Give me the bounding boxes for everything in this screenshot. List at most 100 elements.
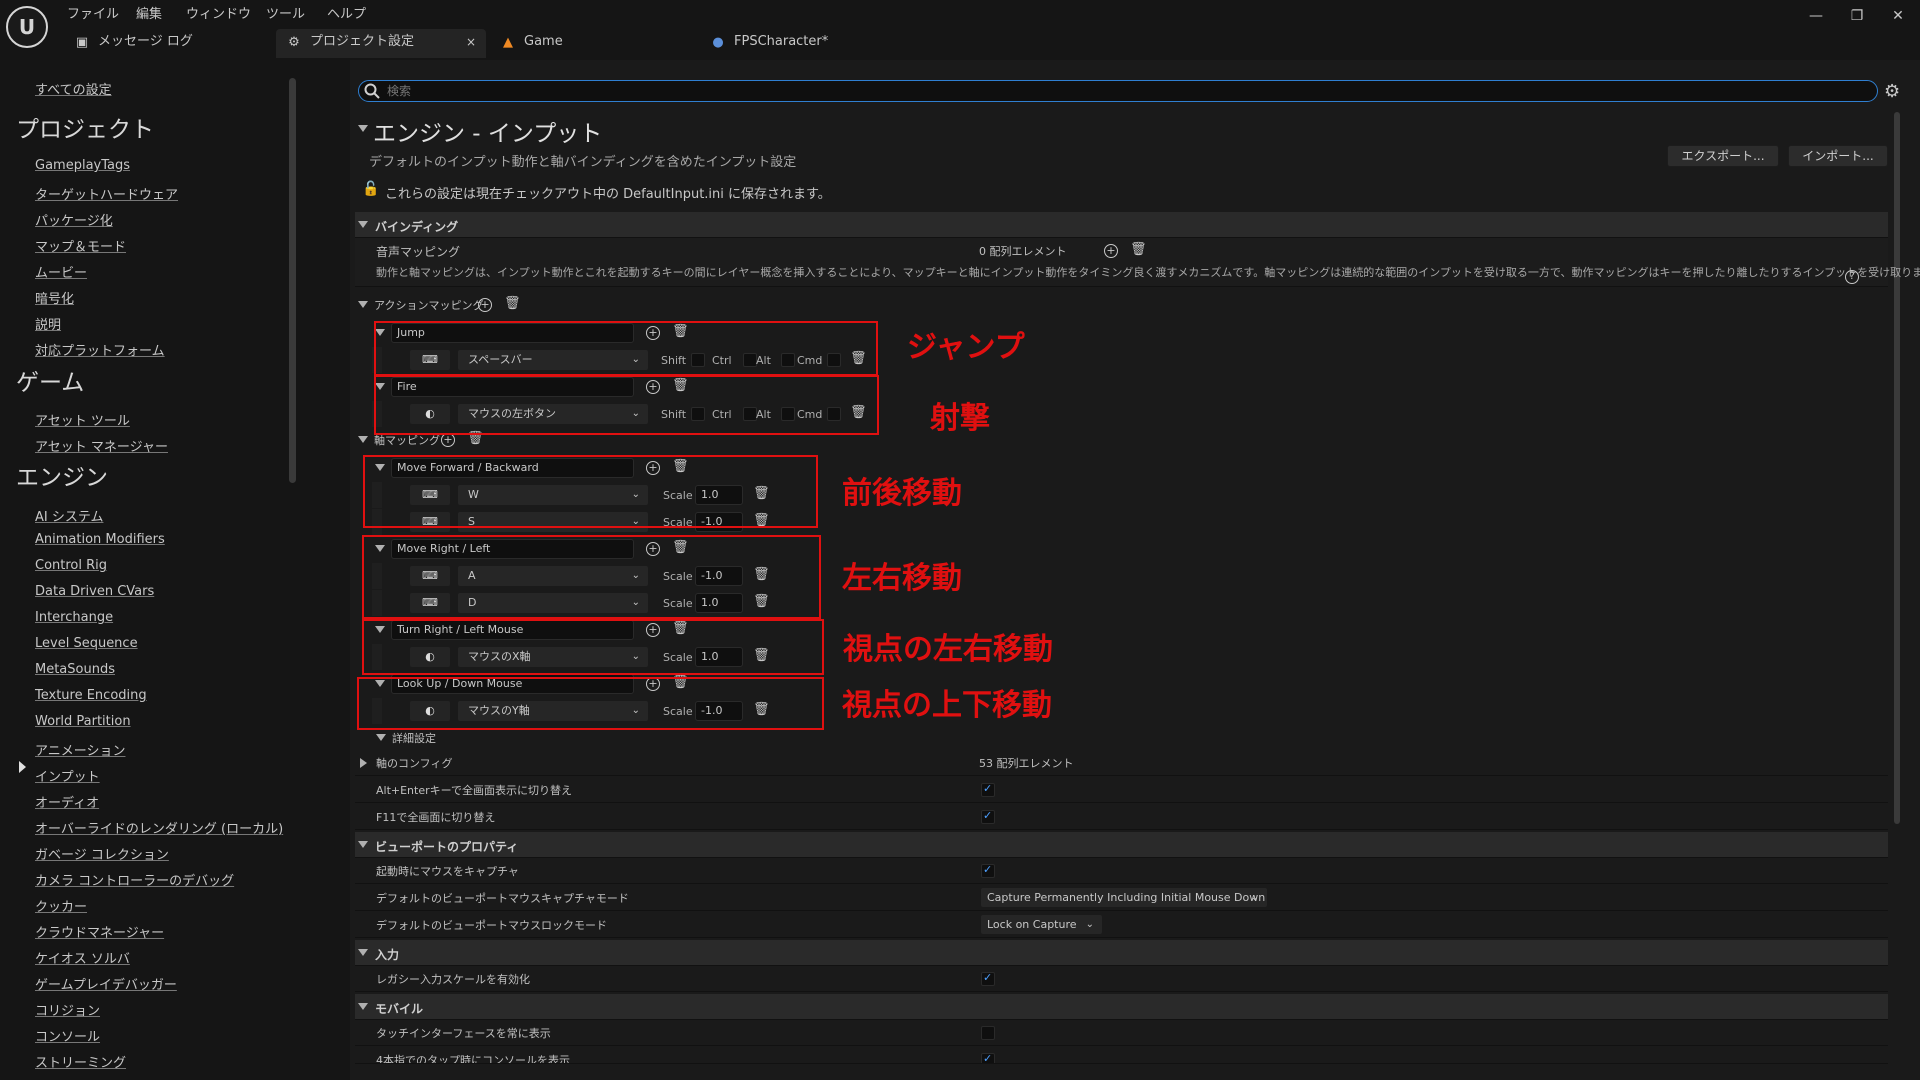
- sidebar-item[interactable]: パッケージ化: [35, 210, 113, 229]
- four-finger-console-label: 4本指でのタップ時にコンソールを表示: [376, 1054, 570, 1064]
- sidebar-item[interactable]: 説明: [35, 314, 61, 333]
- legacy-input-checkbox[interactable]: [981, 971, 995, 986]
- sidebar-item[interactable]: アセット ツール: [35, 410, 130, 429]
- selected-caret-icon: [19, 761, 26, 773]
- details-scrollbar[interactable]: [1894, 112, 1900, 824]
- capture-mode-dropdown[interactable]: Capture Permanently Including Initial Mo…: [980, 887, 1268, 908]
- sidebar-all-settings[interactable]: すべての設定: [35, 79, 112, 98]
- annotation-look: 視点の上下移動: [842, 688, 1052, 723]
- menu-window[interactable]: ウィンドウ: [186, 3, 251, 22]
- sidebar-item[interactable]: Level Sequence: [35, 636, 138, 651]
- sidebar-item[interactable]: Animation Modifiers: [35, 532, 165, 547]
- project-settings-icon: ⚙: [288, 35, 300, 50]
- import-button[interactable]: インポート...: [1788, 145, 1888, 167]
- axis-config-label: 軸のコンフィグ: [376, 757, 453, 770]
- close-tab-icon[interactable]: ×: [466, 29, 476, 55]
- sidebar-item[interactable]: MetaSounds: [35, 662, 115, 677]
- game-level-icon: ▲: [503, 35, 513, 50]
- trash-icon[interactable]: 🗑: [504, 296, 521, 311]
- sidebar-item[interactable]: コリジョン: [35, 1000, 100, 1019]
- capture-on-start-checkbox[interactable]: [981, 863, 995, 878]
- sidebar-item[interactable]: ゲームプレイデバッガー: [35, 974, 177, 993]
- sidebar-item[interactable]: 暗号化: [35, 288, 74, 307]
- add-element-icon[interactable]: +: [1104, 244, 1118, 258]
- capture-on-start-label: 起動時にマウスをキャプチャ: [376, 865, 519, 878]
- sidebar-item[interactable]: GameplayTags: [35, 158, 130, 173]
- export-button[interactable]: エクスポート...: [1667, 145, 1779, 167]
- character-blueprint-icon: ●: [712, 35, 724, 50]
- category-input[interactable]: 入力: [355, 940, 1888, 966]
- menu-edit[interactable]: 編集: [136, 3, 162, 22]
- search-input[interactable]: [387, 83, 1867, 99]
- sidebar-item[interactable]: Texture Encoding: [35, 688, 147, 703]
- tab-project-settings[interactable]: ⚙ プロジェクト設定 ×: [276, 29, 486, 58]
- minimize-icon[interactable]: —: [1806, 8, 1826, 24]
- unreal-logo-icon[interactable]: U: [6, 6, 48, 48]
- sidebar-item[interactable]: 対応プラットフォーム: [35, 340, 165, 359]
- tab-game[interactable]: ▲ Game: [490, 29, 680, 58]
- menu-file[interactable]: ファイル: [67, 3, 119, 22]
- sidebar-item[interactable]: オーディオ: [35, 792, 99, 811]
- sidebar-item[interactable]: Data Driven CVars: [35, 584, 154, 599]
- collapse-caret-icon: [358, 1003, 368, 1010]
- sidebar-item[interactable]: ターゲットハードウェア: [35, 184, 178, 203]
- message-log-icon: ▣: [75, 35, 89, 50]
- sidebar-item[interactable]: インプット: [35, 766, 100, 785]
- sidebar-item[interactable]: クラウドマネージャー: [35, 922, 164, 941]
- menu-tools[interactable]: ツール: [266, 3, 305, 22]
- sidebar-scrollbar[interactable]: [289, 78, 296, 483]
- alt-enter-checkbox[interactable]: [981, 782, 995, 797]
- speech-mappings-row: 音声マッピング 0 配列エレメント + 🗑 動作と軸マッピングは、インプット動作…: [355, 238, 1920, 287]
- collapse-caret-icon[interactable]: [358, 301, 368, 308]
- gear-icon[interactable]: ⚙: [1884, 81, 1900, 102]
- sidebar-item[interactable]: Control Rig: [35, 558, 107, 573]
- category-label: ビューポートのプロパティ: [375, 840, 519, 854]
- category-label: 入力: [375, 948, 400, 962]
- close-window-icon[interactable]: ✕: [1888, 8, 1908, 24]
- sidebar-item[interactable]: World Partition: [35, 714, 131, 729]
- config-save-note: これらの設定は現在チェックアウト中の DefaultInput.ini に保存さ…: [385, 187, 831, 202]
- sidebar-item[interactable]: マップ＆モード: [35, 236, 126, 255]
- tab-label: FPSCharacter*: [734, 34, 829, 49]
- four-finger-console-checkbox[interactable]: [981, 1052, 995, 1063]
- sidebar-item[interactable]: クッカー: [35, 896, 87, 915]
- sidebar-item[interactable]: コンソール: [35, 1026, 100, 1045]
- trash-icon[interactable]: 🗑: [1130, 242, 1147, 257]
- sidebar-item[interactable]: AI システム: [35, 506, 103, 525]
- lock-mode-row: デフォルトのビューポートマウスロックモード Lock on Capture ⌄: [355, 912, 1888, 938]
- add-axis-mapping-icon[interactable]: +: [441, 433, 455, 447]
- add-action-mapping-icon[interactable]: +: [478, 298, 492, 312]
- category-viewport[interactable]: ビューポートのプロパティ: [355, 832, 1888, 858]
- collapse-caret-icon[interactable]: [358, 125, 368, 132]
- lock-mode-dropdown[interactable]: Lock on Capture ⌄: [980, 914, 1103, 935]
- expand-caret-icon[interactable]: [360, 758, 367, 768]
- category-mobile[interactable]: モバイル: [355, 994, 1888, 1020]
- sidebar-item[interactable]: Interchange: [35, 610, 113, 625]
- sidebar-item[interactable]: オーバーライドのレンダリング (ローカル): [35, 818, 283, 837]
- page-title: エンジン - インプット: [373, 121, 603, 147]
- sidebar-section-project: プロジェクト: [16, 117, 154, 143]
- annotation-turn: 視点の左右移動: [843, 632, 1053, 667]
- help-icon[interactable]: ?: [1845, 270, 1859, 284]
- touch-interface-checkbox[interactable]: [981, 1026, 995, 1040]
- sidebar-item[interactable]: アニメーション: [35, 740, 125, 759]
- tab-message-log[interactable]: ▣ メッセージ ログ: [64, 29, 264, 58]
- annotation-jump: ジャンプ: [907, 330, 1025, 365]
- mappings-description: 動作と軸マッピングは、インプット動作とこれを起動するキーの間にレイヤー概念を挿入…: [376, 266, 1920, 279]
- restore-icon[interactable]: ❐: [1847, 8, 1867, 24]
- sidebar-item[interactable]: ストリーミング: [35, 1052, 126, 1071]
- sidebar-item[interactable]: ケイオス ソルバ: [35, 948, 130, 967]
- sidebar-item[interactable]: カメラ コントローラーのデバッグ: [35, 870, 234, 889]
- tab-fpscharacter[interactable]: ● FPSCharacter*: [700, 29, 900, 58]
- menu-help[interactable]: ヘルプ: [327, 3, 366, 22]
- sidebar-item[interactable]: ムービー: [35, 262, 87, 281]
- collapse-caret-icon[interactable]: [358, 436, 368, 443]
- sidebar-item[interactable]: ガベージ コレクション: [35, 844, 169, 863]
- sidebar-item[interactable]: アセット マネージャー: [35, 436, 168, 455]
- category-bindings[interactable]: バインディング: [355, 212, 1888, 238]
- f11-checkbox[interactable]: [981, 809, 995, 824]
- collapse-caret-icon: [358, 221, 368, 228]
- axis-config-row: 軸のコンフィグ 53 配列エレメント: [355, 750, 1888, 776]
- tab-label: Game: [524, 34, 563, 49]
- search-box[interactable]: [358, 80, 1878, 102]
